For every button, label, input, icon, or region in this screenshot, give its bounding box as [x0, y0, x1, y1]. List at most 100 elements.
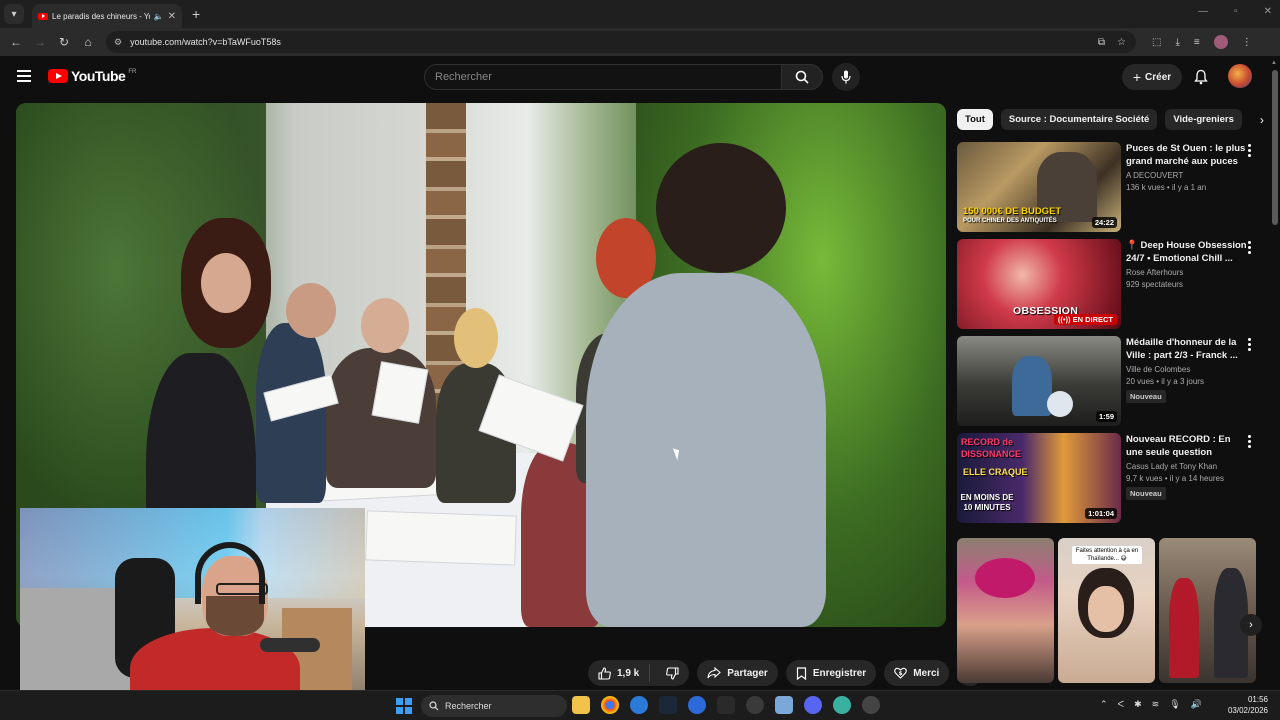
- recommendation-item[interactable]: 1:59 Médaille d'honneur de la Ville : pa…: [957, 336, 1257, 426]
- search-button[interactable]: [781, 64, 823, 90]
- more-options-icon[interactable]: [1248, 144, 1251, 159]
- site-info-icon[interactable]: ⚙: [114, 37, 122, 48]
- chip-source[interactable]: Source : Documentaire Société: [1000, 109, 1158, 130]
- chevron-right-icon[interactable]: ›: [1260, 113, 1264, 127]
- bookmark-star-icon[interactable]: ☆: [1117, 37, 1126, 48]
- thumbnail-person: [975, 558, 1035, 598]
- edge-icon[interactable]: [630, 696, 648, 714]
- wifi-icon[interactable]: ≋: [1152, 699, 1160, 710]
- app-icon[interactable]: [833, 696, 851, 714]
- mic-icon[interactable]: 🎙: [1169, 699, 1180, 710]
- youtube-play-icon: [48, 69, 68, 83]
- app-icon[interactable]: [862, 696, 880, 714]
- chrome-icon[interactable]: [601, 696, 619, 714]
- video-title[interactable]: Puces de St Ouen : le plus grand marché …: [1126, 142, 1248, 168]
- file-explorer-icon[interactable]: [572, 696, 590, 714]
- video-title-text: Deep House Obsession 24/7 • Emotional Ch…: [1126, 240, 1247, 264]
- short-thumbnail[interactable]: [957, 538, 1054, 683]
- epic-icon[interactable]: [717, 696, 735, 714]
- thumbnail-caption: POUR CHINER DES ANTIQUITÉS: [963, 218, 1057, 224]
- recommendation-info: 📍 Deep House Obsession 24/7 • Emotional …: [1126, 239, 1248, 289]
- channel-name[interactable]: A DECOUVERT: [1126, 171, 1248, 180]
- install-icon[interactable]: ⧉: [1098, 37, 1105, 48]
- share-arrow-icon: [707, 667, 722, 679]
- download-icon[interactable]: ⤓: [1175, 37, 1179, 48]
- youtube-logo[interactable]: YouTube FR: [48, 68, 136, 84]
- search-input[interactable]: Rechercher: [424, 64, 782, 90]
- shorts-next-button[interactable]: ›: [1240, 614, 1262, 636]
- video-thumbnail[interactable]: OBSESSION ((•)) EN DIRECT: [957, 239, 1121, 329]
- like-button[interactable]: 1,9 k: [588, 664, 651, 682]
- thanks-label: Merci: [913, 667, 940, 679]
- home-button[interactable]: ⌂: [76, 35, 100, 49]
- speaker-icon[interactable]: 🔊: [1191, 699, 1202, 710]
- short-thumbnail[interactable]: Faites attention à ça en Thaïlande... 😅: [1058, 538, 1155, 683]
- forward-button[interactable]: →: [28, 35, 52, 49]
- taskbar-clock[interactable]: 01:56 03/02/2026: [1220, 694, 1268, 716]
- browser-tab[interactable]: Le paradis des chineurs - Yo 🔈 ✕: [32, 4, 182, 28]
- chrome-menu-icon[interactable]: ⋮: [1242, 37, 1252, 48]
- minimize-button[interactable]: —: [1198, 6, 1208, 17]
- dislike-button[interactable]: [656, 666, 689, 680]
- windows-start-icon[interactable]: [396, 698, 412, 714]
- pin-icon: 📍: [1126, 240, 1138, 251]
- video-thumbnail[interactable]: 1:59: [957, 336, 1121, 426]
- recommendation-item[interactable]: RECORD de DISSONANCE ELLE CRAQUE EN MOIN…: [957, 433, 1257, 523]
- chip-all[interactable]: Tout: [957, 109, 993, 130]
- video-title[interactable]: 📍 Deep House Obsession 24/7 • Emotional …: [1126, 239, 1248, 265]
- chip-vide-greniers[interactable]: Vide-greniers: [1165, 109, 1242, 130]
- new-tab-button[interactable]: +: [192, 6, 200, 22]
- new-badge: Nouveau: [1126, 487, 1166, 500]
- channel-name[interactable]: Rose Afterhours: [1126, 268, 1248, 277]
- url-bar[interactable]: ⚙ youtube.com/watch?v=bTaWFuoT58s ⧉ ☆: [106, 31, 1136, 53]
- video-title[interactable]: Médaille d'honneur de la Ville : part 2/…: [1126, 336, 1248, 362]
- thanks-button[interactable]: $ Merci: [884, 660, 950, 686]
- video-thumbnail[interactable]: 150 000€ DE BUDGET POUR CHINER DES ANTIQ…: [957, 142, 1121, 232]
- channel-name[interactable]: Ville de Colombes: [1126, 365, 1248, 374]
- voice-search-button[interactable]: [832, 63, 860, 91]
- account-avatar[interactable]: [1228, 64, 1252, 88]
- more-options-icon[interactable]: [1248, 241, 1251, 256]
- speaker-icon[interactable]: 🔈: [154, 12, 164, 21]
- tray-app-icon[interactable]: ᐸ: [1118, 699, 1125, 710]
- page-scrollbar[interactable]: [1272, 70, 1278, 225]
- more-options-icon[interactable]: [1248, 435, 1251, 450]
- back-button[interactable]: ←: [4, 35, 28, 49]
- system-tray: ⌃ ᐸ ✱ ≋ 🎙 🔊: [1100, 699, 1202, 710]
- mail-icon[interactable]: [775, 696, 793, 714]
- bookmark-icon: [796, 666, 806, 680]
- profile-avatar[interactable]: [1213, 35, 1228, 49]
- more-options-icon[interactable]: [1248, 338, 1251, 353]
- video-thumbnail[interactable]: RECORD de DISSONANCE ELLE CRAQUE EN MOIN…: [957, 433, 1121, 523]
- create-button[interactable]: + Créer: [1122, 64, 1182, 90]
- svg-text:$: $: [899, 671, 903, 677]
- notifications-button[interactable]: [1192, 68, 1210, 86]
- close-window-button[interactable]: ✕: [1264, 6, 1272, 17]
- recommendation-item[interactable]: OBSESSION ((•)) EN DIRECT 📍 Deep House O…: [957, 239, 1257, 329]
- obs-icon[interactable]: [746, 696, 764, 714]
- media-icon[interactable]: ≡: [1194, 37, 1200, 48]
- app-icon[interactable]: [688, 696, 706, 714]
- steam-icon[interactable]: [659, 696, 677, 714]
- short-thumbnail[interactable]: [1159, 538, 1256, 683]
- channel-name[interactable]: Casus Lady et Tony Khan: [1126, 462, 1248, 471]
- youtube-favicon-icon: [38, 12, 48, 20]
- discord-icon[interactable]: [804, 696, 822, 714]
- extensions-icon[interactable]: ⬚: [1152, 37, 1161, 48]
- tray-chevron-icon[interactable]: ⌃: [1100, 699, 1108, 710]
- reload-button[interactable]: ↻: [52, 35, 76, 49]
- scroll-up-arrow[interactable]: ▲: [1271, 60, 1277, 66]
- taskbar-search[interactable]: Rechercher: [421, 695, 567, 717]
- tab-search-button[interactable]: ▾: [4, 4, 24, 24]
- video-person-head: [201, 253, 251, 313]
- maximize-button[interactable]: ▫: [1234, 6, 1238, 17]
- recommendation-item[interactable]: 150 000€ DE BUDGET POUR CHINER DES ANTIQ…: [957, 142, 1257, 232]
- shorts-shelf: Faites attention à ça en Thaïlande... 😅: [957, 538, 1256, 683]
- menu-icon[interactable]: [17, 70, 31, 82]
- video-title[interactable]: Nouveau RECORD : En une seule question L…: [1126, 433, 1248, 459]
- save-button[interactable]: Enregistrer: [785, 660, 877, 686]
- short-caption: Faites attention à ça en Thaïlande... 😅: [1072, 546, 1142, 564]
- tray-app-icon[interactable]: ✱: [1134, 699, 1142, 710]
- close-tab-icon[interactable]: ✕: [168, 11, 176, 22]
- share-button[interactable]: Partager: [697, 660, 778, 686]
